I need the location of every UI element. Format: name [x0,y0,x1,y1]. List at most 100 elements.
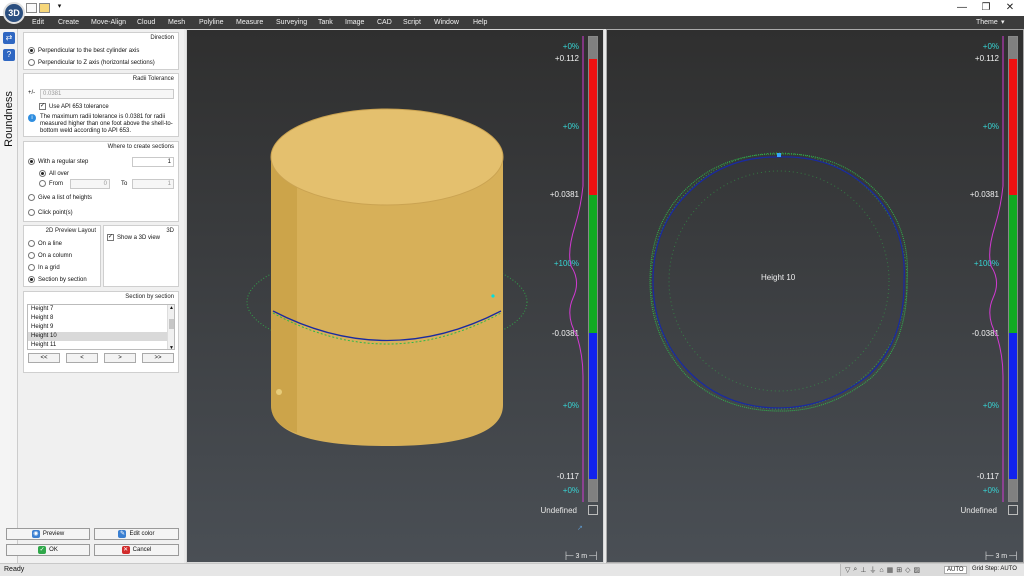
view3d-group: 3D ✓ Show a 3D view [103,225,179,287]
cancel-button[interactable]: ✕ Cancel [94,544,179,556]
scroll-thumb[interactable] [169,319,174,329]
theme-menu[interactable]: Theme [976,17,998,28]
list-heights-option[interactable]: Give a list of heights [28,194,92,201]
edit-color-label: Edit color [129,531,155,537]
edit-color-button[interactable]: ✎ Edit color [94,528,179,540]
list-item-selected[interactable]: Height 10 [28,332,174,341]
help-icon[interactable]: ? [3,49,15,61]
color-segment-green [589,195,597,333]
preview-label: Preview [42,531,65,537]
direction-option-cylinder[interactable]: Perpendicular to the best cylinder axis [28,47,139,54]
snap-icon[interactable]: ⊞ [896,566,902,574]
layout-section-option[interactable]: Section by section [28,276,87,283]
app-logo-icon[interactable]: 3D [3,2,25,24]
scale-bar-text: 3 m [575,553,588,560]
show-3d-checkbox[interactable]: ✓ Show a 3D view [107,234,160,241]
list-item[interactable]: Height 9 [28,323,174,332]
scale-bar: ├─ 3 m ─┤ [983,553,1019,560]
list-scrollbar[interactable]: ▲ ▼ [167,305,174,349]
radio-icon[interactable] [39,170,46,177]
menu-create[interactable]: Create [58,17,79,28]
sections-group: Where to create sections With a regular … [23,141,179,222]
tolerance-info-text: The maximum radii tolerance is 0.0381 fo… [40,114,173,134]
color-scale-bar[interactable] [588,36,598,502]
all-over-option[interactable]: All over [39,170,69,177]
theme-dropdown-icon[interactable]: ▾ [1001,17,1005,28]
layout-in-grid-option[interactable]: In a grid [28,264,60,271]
layout-on-column-option[interactable]: On a column [28,252,72,259]
preview-icon: ◉ [31,530,40,538]
list-item[interactable]: Height 11 [28,341,174,349]
menu-edit[interactable]: Edit [32,17,44,28]
menu-move-align[interactable]: Move-Align [91,17,126,28]
scroll-up-icon[interactable]: ▲ [169,305,174,311]
radio-icon[interactable] [28,252,35,259]
grid-icon[interactable]: ▦ [887,566,894,574]
height-list[interactable]: Height 7 Height 8 Height 9 Height 10 Hei… [27,304,175,350]
quick-access-dropdown-icon[interactable]: ▾ [54,3,65,13]
3d-viewport[interactable]: +0% +0.112 +0% +0.0381 +100% -0.0381 +0%… [186,29,604,563]
undefined-color-box[interactable] [588,505,598,515]
tab-icon[interactable]: ⇄ [3,32,15,44]
radio-icon[interactable] [28,158,35,165]
radio-icon[interactable] [28,240,35,247]
menu-measure[interactable]: Measure [236,17,263,28]
checkbox-icon[interactable]: ✓ [107,234,114,241]
color-segment-gray-top [1009,37,1017,59]
ok-button[interactable]: ✓ OK [6,544,90,556]
list-item[interactable]: Height 8 [28,314,174,323]
list-heights-label: Give a list of heights [38,194,93,201]
step-input[interactable]: 1 [132,157,174,167]
layout-on-line-option[interactable]: On a line [28,240,62,247]
tripod-icon[interactable]: ⏚ [869,565,876,575]
menu-polyline[interactable]: Polyline [199,17,224,28]
zoom-icon[interactable]: ⌕ [853,566,857,574]
radio-icon[interactable] [28,276,35,283]
close-icon[interactable]: ✕ [996,1,1024,15]
from-option[interactable]: From [39,180,63,187]
radio-icon[interactable] [28,47,35,54]
axis-icon[interactable]: ⊥ [860,566,866,574]
menu-script[interactable]: Script [403,17,421,28]
menu-window[interactable]: Window [434,17,459,28]
hatch-icon[interactable]: ▨ [914,566,921,574]
menu-image[interactable]: Image [345,17,364,28]
preview-button[interactable]: ◉ Preview [6,528,90,540]
to-input[interactable]: 1 [132,179,174,189]
menu-tank[interactable]: Tank [318,17,333,28]
menu-help[interactable]: Help [473,17,487,28]
click-points-option[interactable]: Click point(s) [28,209,73,216]
list-item[interactable]: Height 7 [28,305,174,314]
radio-icon[interactable] [28,59,35,66]
radio-icon[interactable] [28,209,35,216]
filter-icon[interactable]: ▽ [845,566,850,574]
menu-mesh[interactable]: Mesh [168,17,185,28]
radio-icon[interactable] [28,264,35,271]
next-section-button[interactable]: > [104,353,136,363]
2d-section-viewport[interactable]: Height 10 +0% +0.112 +0% +0.0381 +100% -… [606,29,1024,563]
radio-icon[interactable] [39,180,46,187]
last-section-button[interactable]: >> [142,353,174,363]
open-file-icon[interactable] [39,3,50,13]
new-file-icon[interactable] [26,3,37,13]
direction-option-z-axis[interactable]: Perpendicular to Z axis (horizontal sect… [28,59,155,66]
from-input[interactable]: 0 [70,179,110,189]
color-segment-gray-bottom [589,479,597,501]
tag-icon[interactable]: ⌂ [879,567,883,574]
menu-cloud[interactable]: Cloud [137,17,155,28]
color-scale-bar[interactable] [1008,36,1018,502]
undefined-label: Undefined [540,506,577,515]
regular-step-option[interactable]: With a regular step [28,158,88,165]
checkbox-icon[interactable]: ✓ [39,103,46,110]
previous-section-button[interactable]: < [66,353,98,363]
undefined-color-box[interactable] [1008,505,1018,515]
menu-surveying[interactable]: Surveying [276,17,307,28]
view3d-title: 3D [166,228,174,234]
shape-icon[interactable]: ◇ [905,566,910,574]
radio-icon[interactable] [28,194,35,201]
auto-dropdown[interactable]: AUTO [944,566,967,574]
tolerance-input[interactable]: 0.0381 [40,89,174,99]
menu-cad[interactable]: CAD [377,17,392,28]
first-section-button[interactable]: << [28,353,60,363]
use-api-checkbox[interactable]: ✓ Use API 653 tolerance [39,103,109,110]
